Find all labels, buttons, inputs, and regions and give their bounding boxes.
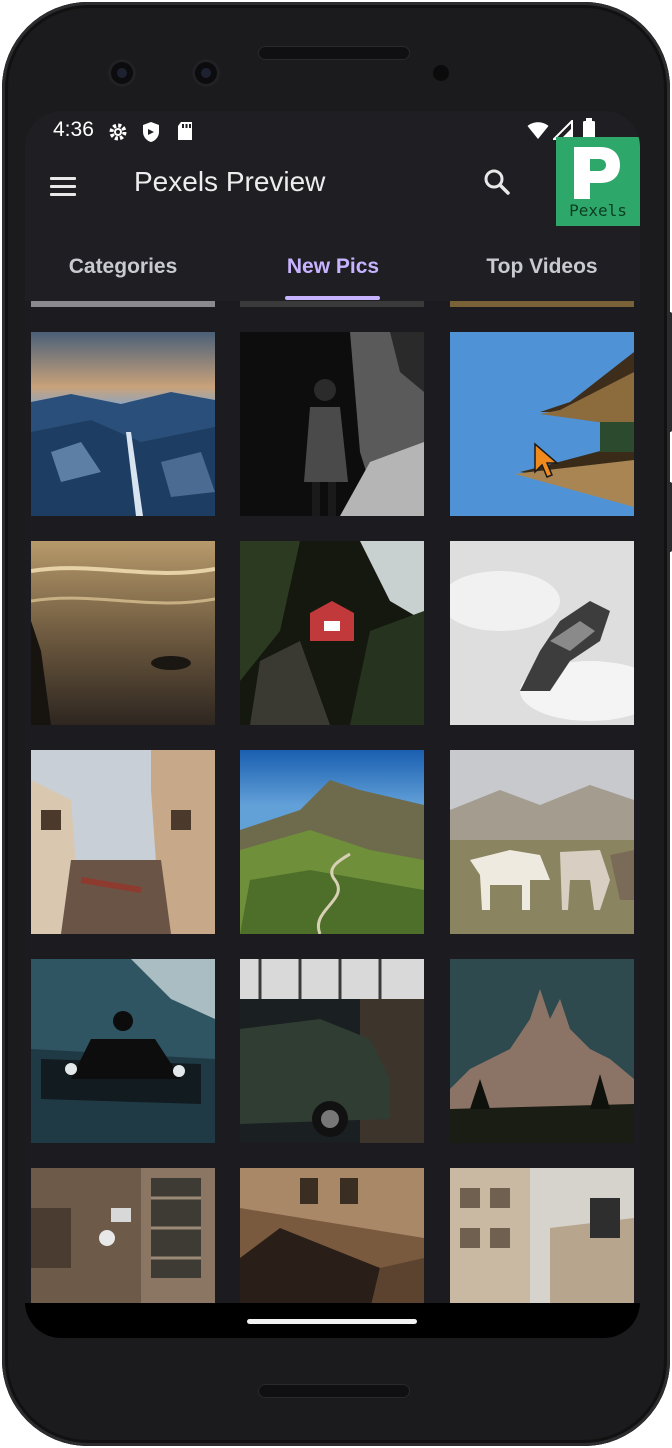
tab-bar: Categories New Pics Top Videos [25,235,640,299]
pexels-logo: Pexels [556,137,640,226]
tab-new-pics[interactable]: New Pics [235,235,431,299]
photo-tile-green-mountain-road[interactable] [240,750,424,934]
mouse-cursor-icon [534,442,559,478]
photo-tile-rock-in-clouds[interactable] [450,541,634,725]
pexels-p-icon [574,147,620,199]
tab-top-videos[interactable]: Top Videos [444,235,640,299]
photo-grid [25,301,640,1303]
home-gesture-handle[interactable] [247,1319,417,1324]
front-sensor-icon [192,59,220,87]
photo-tile-snowy-mountain-valley-dusk[interactable] [31,332,215,516]
sd-card-icon [178,122,192,140]
settings-icon [109,123,127,141]
proximity-sensor [433,65,449,81]
photo-tile-city-street-buildings[interactable] [450,1168,634,1303]
photo-tile-old-stone-building[interactable] [31,1168,215,1303]
photo-tile-white-horses-pasture[interactable] [450,750,634,934]
status-time: 4:36 [53,118,94,141]
bottom-speaker [258,1384,410,1398]
app-bar: Pexels Preview [25,151,640,221]
status-bar: 4:36 [25,111,640,151]
navigation-bar [25,1303,640,1338]
pexels-logo-text: Pexels [569,201,627,220]
photo-tile-brick-building-corner[interactable] [240,1168,424,1303]
wifi-icon [527,122,549,139]
tab-indicator [285,296,380,300]
photo-partial[interactable] [31,301,215,307]
search-icon[interactable] [481,166,513,198]
photo-partial[interactable] [450,301,634,307]
photo-tile-person-in-coat-black-and-white[interactable] [240,332,424,516]
photo-tile-car-under-window[interactable] [240,959,424,1143]
front-camera-icon [108,59,136,87]
photo-tile-person-on-car-dark[interactable] [31,959,215,1143]
power-button [668,482,672,552]
volume-button [668,312,672,432]
photo-tile-sunset-beach-waves[interactable] [31,541,215,725]
earpiece-speaker [258,46,410,60]
photo-tile-pagoda-roof-blue-sky[interactable] [450,332,634,516]
device-screen: 4:36 Pexels Preview Pexels Categories Ne… [25,111,640,1338]
menu-icon[interactable] [47,170,79,202]
tab-categories[interactable]: Categories [25,235,221,299]
photo-tile-old-town-street[interactable] [31,750,215,934]
shield-icon [143,122,159,142]
app-title: Pexels Preview [134,166,326,197]
photo-partial[interactable] [240,301,424,307]
photo-tile-gothic-cathedral-dusk[interactable] [450,959,634,1143]
photo-tile-red-birdhouse-in-tree[interactable] [240,541,424,725]
